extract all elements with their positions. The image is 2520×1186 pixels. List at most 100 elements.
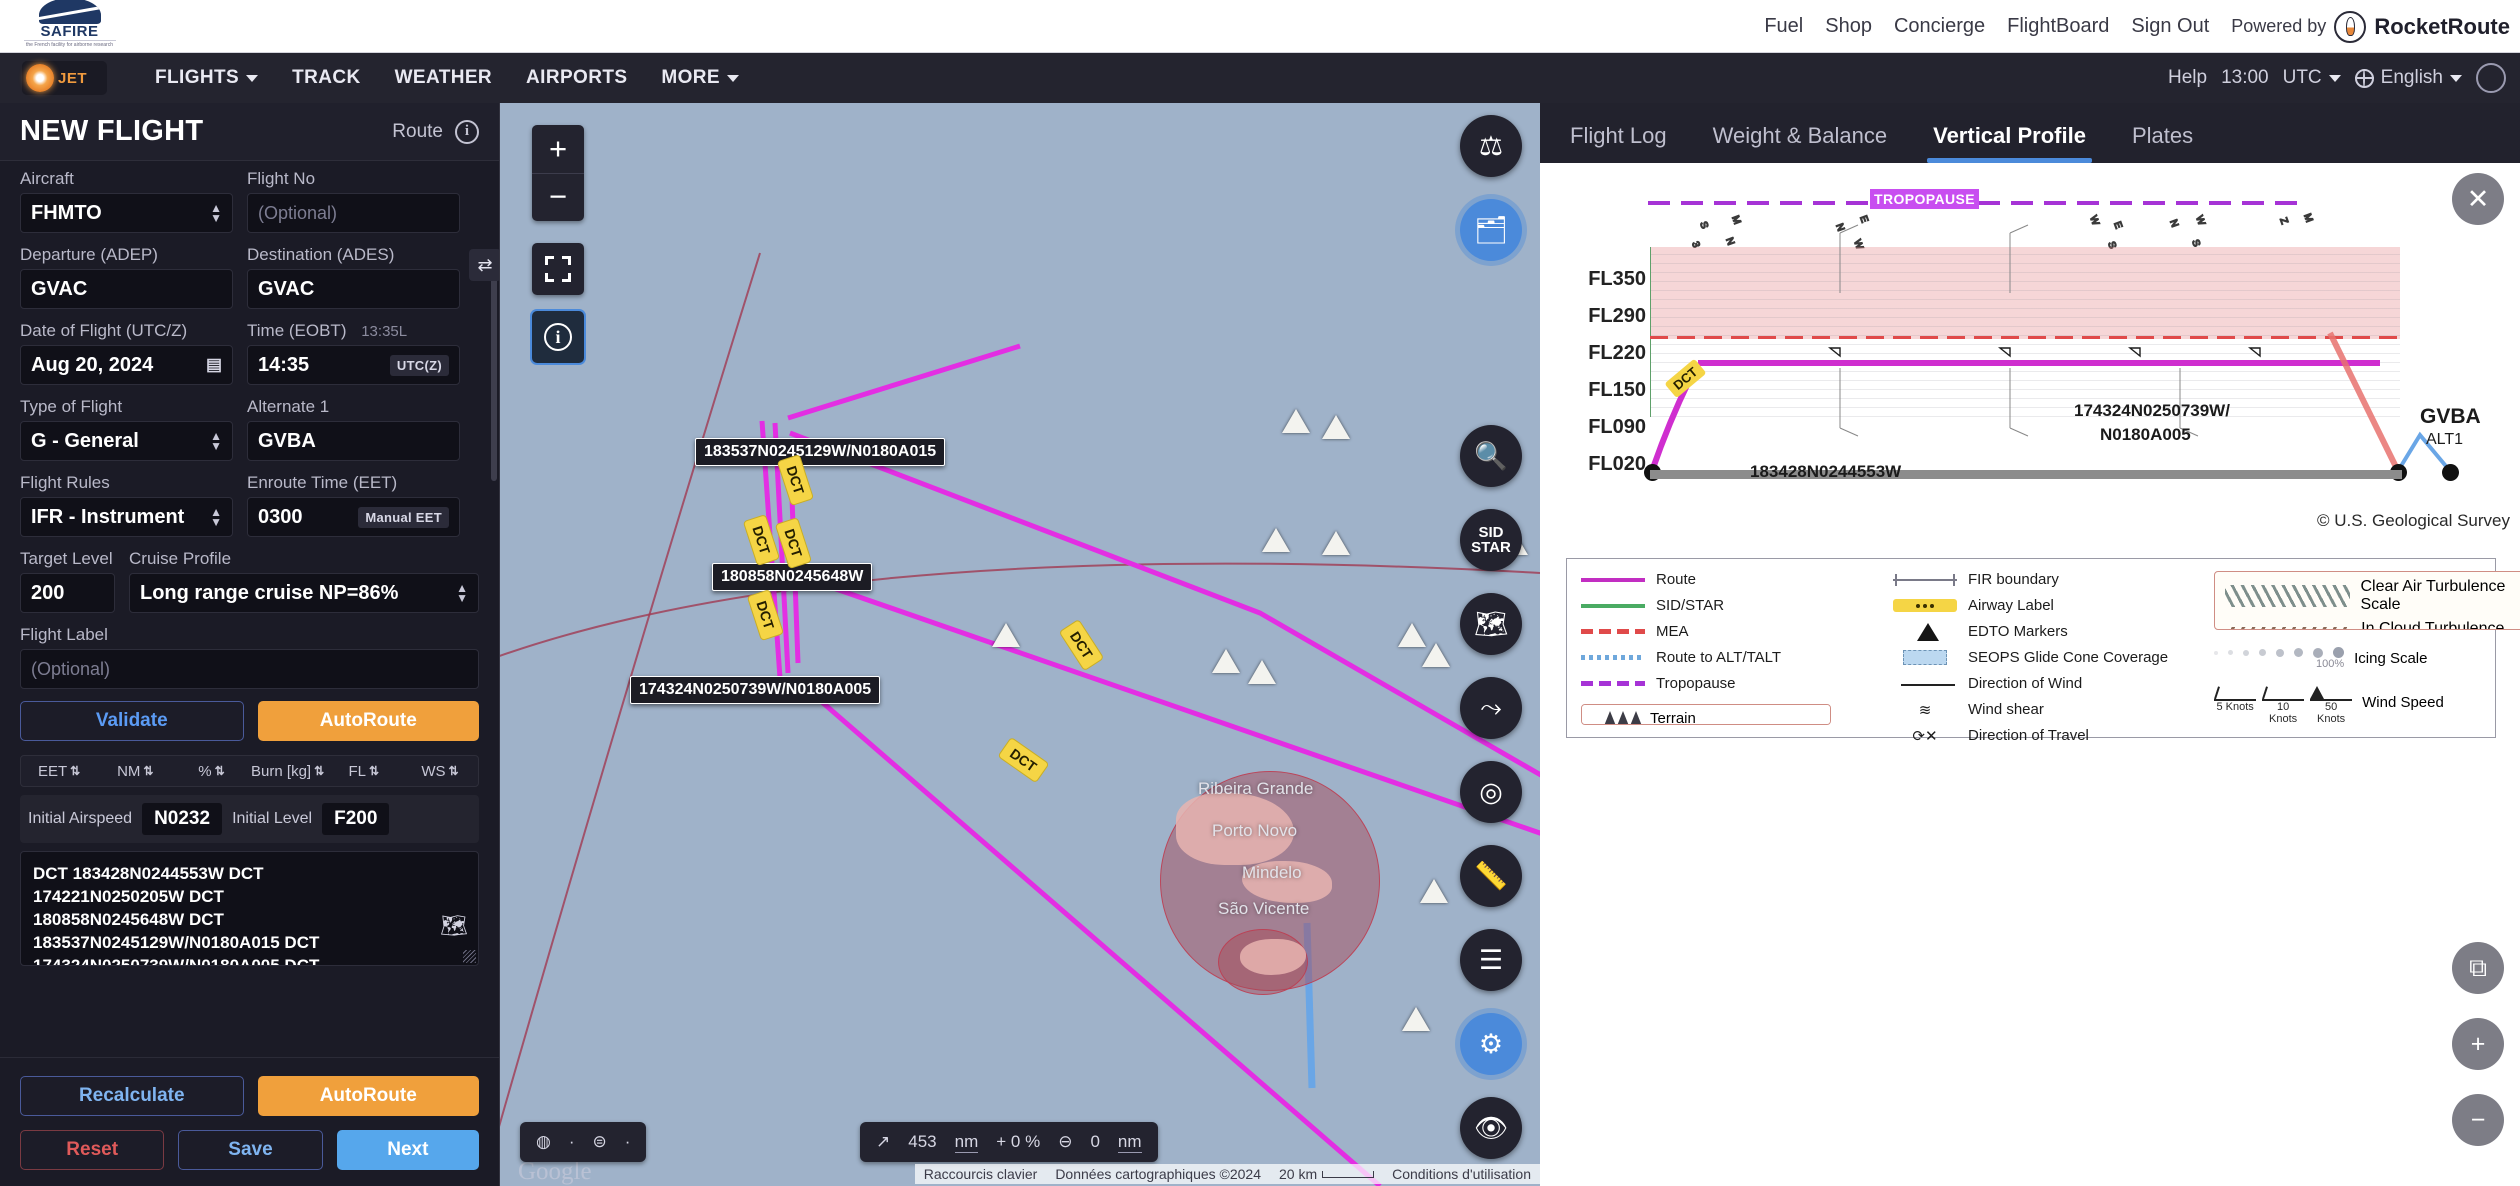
info-icon[interactable]: i (455, 119, 479, 144)
initial-airspeed-value[interactable]: N0232 (142, 803, 223, 835)
autoroute-button[interactable]: AutoRoute (257, 701, 479, 741)
close-icon[interactable]: ✕ (2452, 173, 2504, 225)
nav-item-airports[interactable]: AIRPORTS (526, 67, 627, 89)
aircraft-select[interactable]: FHMTO ▲ ▼ (20, 193, 233, 233)
calendar-icon[interactable]: ▤ (206, 355, 222, 375)
briefing-tool-icon[interactable]: 🗂 (1460, 199, 1522, 261)
swap-airports-icon[interactable]: ⇄ (469, 249, 499, 281)
resize-handle[interactable] (463, 950, 476, 963)
tab-plates[interactable]: Plates (2126, 123, 2199, 163)
brand-link-concierge[interactable]: Concierge (1894, 15, 1985, 38)
reset-button[interactable]: Reset (20, 1130, 165, 1170)
nav-item-weather[interactable]: WEATHER (395, 67, 492, 89)
gear-icon[interactable]: ⚙ (1460, 1013, 1522, 1075)
zoom-out-icon[interactable]: − (2452, 1094, 2504, 1146)
date-input[interactable]: Aug 20, 2024 ▤ (20, 345, 233, 385)
popout-icon[interactable]: ⧉ (2452, 942, 2504, 994)
sidebar-scrollbar[interactable] (491, 251, 497, 481)
terrain-legend-box: Terrain Caution: terrain data not availa… (1581, 704, 1831, 725)
flight-rules-select[interactable]: IFR - Instrument ▲ ▼ (20, 497, 233, 537)
clear-air-turbulence-icon (2225, 585, 2351, 607)
map-refresh-icon[interactable]: 🗺 (440, 913, 468, 939)
enroute-time-input[interactable]: 0300 Manual EET (247, 497, 460, 537)
target-level-input[interactable]: 200 (20, 573, 115, 613)
route-line: 180858N0245648W DCT (33, 910, 224, 929)
brand-link-shop[interactable]: Shop (1825, 15, 1872, 38)
brand-link-flightboard[interactable]: FlightBoard (2007, 15, 2109, 38)
map-display-toggles[interactable]: ◍ · ⊜ · (520, 1122, 647, 1162)
chart-tool-icon[interactable]: 🗺 (1460, 593, 1522, 655)
avatar[interactable] (2476, 63, 2506, 93)
layers-icon[interactable]: ☰ (1460, 929, 1522, 991)
flight-no-input[interactable]: (Optional) (247, 193, 460, 233)
next-button[interactable]: Next (336, 1130, 479, 1170)
language-label: English (2380, 67, 2443, 88)
waypoint-label[interactable]: 174324N0250739W/N0180A005 (630, 676, 881, 704)
col-eet[interactable]: EET ⇅ (21, 763, 97, 780)
legend-item-route-alt: Route to ALT/TALT (1581, 649, 1831, 666)
zoom-in-icon[interactable]: + (532, 125, 584, 174)
usgs-credit: © U.S. Geological Survey (2317, 511, 2510, 530)
waypoint-text-2: 174324N0250739W/ (2074, 401, 2230, 420)
col-ws[interactable]: WS ⇅ (402, 763, 478, 780)
recalculate-button[interactable]: Recalculate (20, 1076, 244, 1116)
edto-marker (1212, 649, 1240, 673)
legend-column-right: Clear Air Turbulence Scale In Cloud Turb… (2214, 571, 2520, 725)
tab-flight-log[interactable]: Flight Log (1564, 123, 1673, 163)
flight-map[interactable]: Ribeira Grande Porto Novo Mindelo São Vi… (500, 103, 1540, 1186)
manual-eet-chip[interactable]: Manual EET (358, 506, 449, 528)
brand-link-fuel[interactable]: Fuel (1764, 15, 1803, 38)
globe-view-icon[interactable]: ◍ (536, 1132, 551, 1152)
map-zoom-controls[interactable]: + − (532, 125, 584, 221)
ruler-icon[interactable]: 📏 (1460, 845, 1522, 907)
route-tab-label[interactable]: Route (392, 121, 443, 143)
keyboard-shortcuts-link[interactable]: Raccourcis clavier (914, 1164, 1047, 1184)
save-button[interactable]: Save (178, 1130, 323, 1170)
locate-icon[interactable]: ◎ (1460, 761, 1522, 823)
balance-tool-icon[interactable]: ⚖ (1460, 115, 1522, 177)
type-of-flight-select[interactable]: G - General ▲ ▼ (20, 421, 233, 461)
search-icon[interactable]: 🔍 (1460, 425, 1522, 487)
brand-link-signout[interactable]: Sign Out (2131, 15, 2209, 38)
col-fl[interactable]: FL ⇅ (326, 763, 402, 780)
map-info-button[interactable]: i (532, 311, 584, 363)
utc-chip[interactable]: UTC(Z) (389, 354, 449, 376)
col-percent[interactable]: % ⇅ (173, 763, 249, 780)
timezone-selector[interactable]: UTC (2283, 67, 2341, 89)
time-input[interactable]: 14:35 UTC(Z) (247, 345, 460, 385)
tab-vertical-profile[interactable]: Vertical Profile (1927, 123, 2092, 163)
legend-item-route: Route (1581, 571, 1831, 588)
type-of-flight-value: G - General (31, 429, 139, 452)
waypoint-label[interactable]: 183537N0245129W/N0180A015 (695, 438, 946, 466)
route-tool-icon[interactable]: ⤳ (1460, 677, 1522, 739)
safire-logo[interactable]: SAFIRE the French facility for airborne … (22, 0, 117, 52)
nav-label-weather: WEATHER (394, 67, 493, 88)
autoroute-button-2[interactable]: AutoRoute (257, 1076, 479, 1116)
route-textarea[interactable]: DCT 183428N0244553W DCT 174221N0250205W … (20, 851, 479, 966)
destination-input[interactable]: GVAC (247, 269, 460, 309)
flight-label-input[interactable]: (Optional) (20, 649, 479, 689)
nav-item-track[interactable]: TRACK (292, 67, 361, 89)
language-selector[interactable]: English (2354, 67, 2462, 89)
departure-input[interactable]: GVAC (20, 269, 233, 309)
help-link[interactable]: Help (2168, 67, 2207, 89)
initial-level-value[interactable]: F200 (322, 803, 390, 835)
wind-key-10-label: 10 Knots (2269, 701, 2298, 725)
zoom-in-icon[interactable]: + (2452, 1018, 2504, 1070)
cruise-profile-select[interactable]: Long range cruise NP=86% ▲ ▼ (129, 573, 479, 613)
validate-button[interactable]: Validate (20, 701, 244, 741)
terms-link[interactable]: Conditions d'utilisation (1383, 1164, 1540, 1184)
col-burn[interactable]: Burn [kg] ⇅ (250, 763, 326, 780)
fullscreen-button[interactable] (532, 243, 584, 295)
nav-item-more[interactable]: MORE (661, 67, 740, 89)
legend-label-in-cloud-turbulence: In Cloud Turbulence Scale (2361, 620, 2505, 630)
nav-item-flights[interactable]: FLIGHTS (155, 67, 259, 89)
zoom-out-icon[interactable]: − (532, 174, 584, 222)
jet-logo[interactable]: JET (22, 61, 107, 95)
col-nm[interactable]: NM ⇅ (97, 763, 173, 780)
flat-view-icon[interactable]: ⊜ (593, 1132, 607, 1152)
sid-star-tool-icon[interactable]: SID STAR (1460, 509, 1522, 571)
tab-weight-balance[interactable]: Weight & Balance (1707, 123, 1893, 163)
waypoint-text-1: 183428N0244553W (1750, 462, 1902, 481)
alternate-1-input[interactable]: GVBA (247, 421, 460, 461)
